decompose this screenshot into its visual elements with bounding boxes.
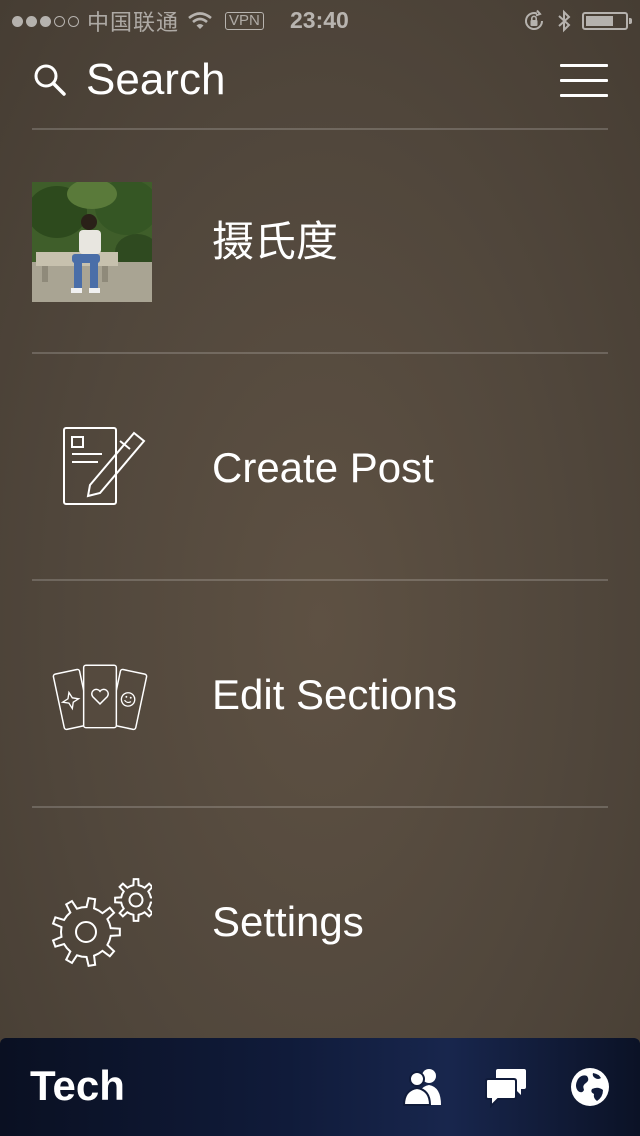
- hamburger-menu-icon[interactable]: [560, 64, 608, 98]
- battery-fill: [586, 16, 613, 26]
- search-icon: [34, 64, 66, 96]
- globe-icon[interactable]: [568, 1065, 612, 1109]
- vpn-badge: VPN: [225, 12, 264, 30]
- bluetooth-icon: [558, 9, 571, 33]
- rotation-lock-icon: [525, 9, 543, 30]
- status-time: 23:40: [290, 7, 349, 33]
- divider: [32, 352, 608, 354]
- wifi-icon: [188, 12, 212, 29]
- carrier-name: 中国联通: [87, 10, 180, 35]
- edit-sections-label: Edit Sections: [212, 671, 458, 718]
- search-bar[interactable]: Search: [32, 52, 608, 108]
- divider: [32, 579, 608, 581]
- chat-bubbles-icon[interactable]: [484, 1065, 528, 1109]
- profile-row[interactable]: 摄氏度: [32, 130, 608, 354]
- search-label: Search: [86, 55, 226, 104]
- gears-icon: [32, 862, 152, 982]
- create-post-label: Create Post: [212, 444, 434, 491]
- section-title[interactable]: Tech: [30, 1038, 125, 1136]
- settings-row[interactable]: Settings: [32, 810, 608, 1034]
- status-bar: 中国联通 VPN 23:40: [0, 0, 640, 40]
- status-left: 中国联通 VPN: [12, 7, 264, 35]
- divider: [32, 806, 608, 808]
- section-tab-bar: Tech: [0, 1038, 640, 1136]
- gear-hole: [128, 892, 144, 908]
- avatar: [32, 182, 152, 302]
- status-right: [522, 8, 632, 34]
- gear-hole: [75, 921, 97, 943]
- gear-outline: [51, 896, 121, 968]
- profile-name: 摄氏度: [212, 218, 339, 265]
- people-icon[interactable]: [402, 1065, 446, 1109]
- gear-outline: [114, 878, 152, 922]
- settings-label: Settings: [212, 898, 364, 945]
- create-post-row[interactable]: Create Post: [32, 356, 608, 580]
- edit-sections-row[interactable]: Edit Sections: [32, 583, 608, 807]
- section-cards-icon: [32, 635, 152, 755]
- battery-icon: [582, 12, 632, 30]
- compose-icon: [32, 408, 152, 528]
- signal-strength-icon: [12, 15, 79, 27]
